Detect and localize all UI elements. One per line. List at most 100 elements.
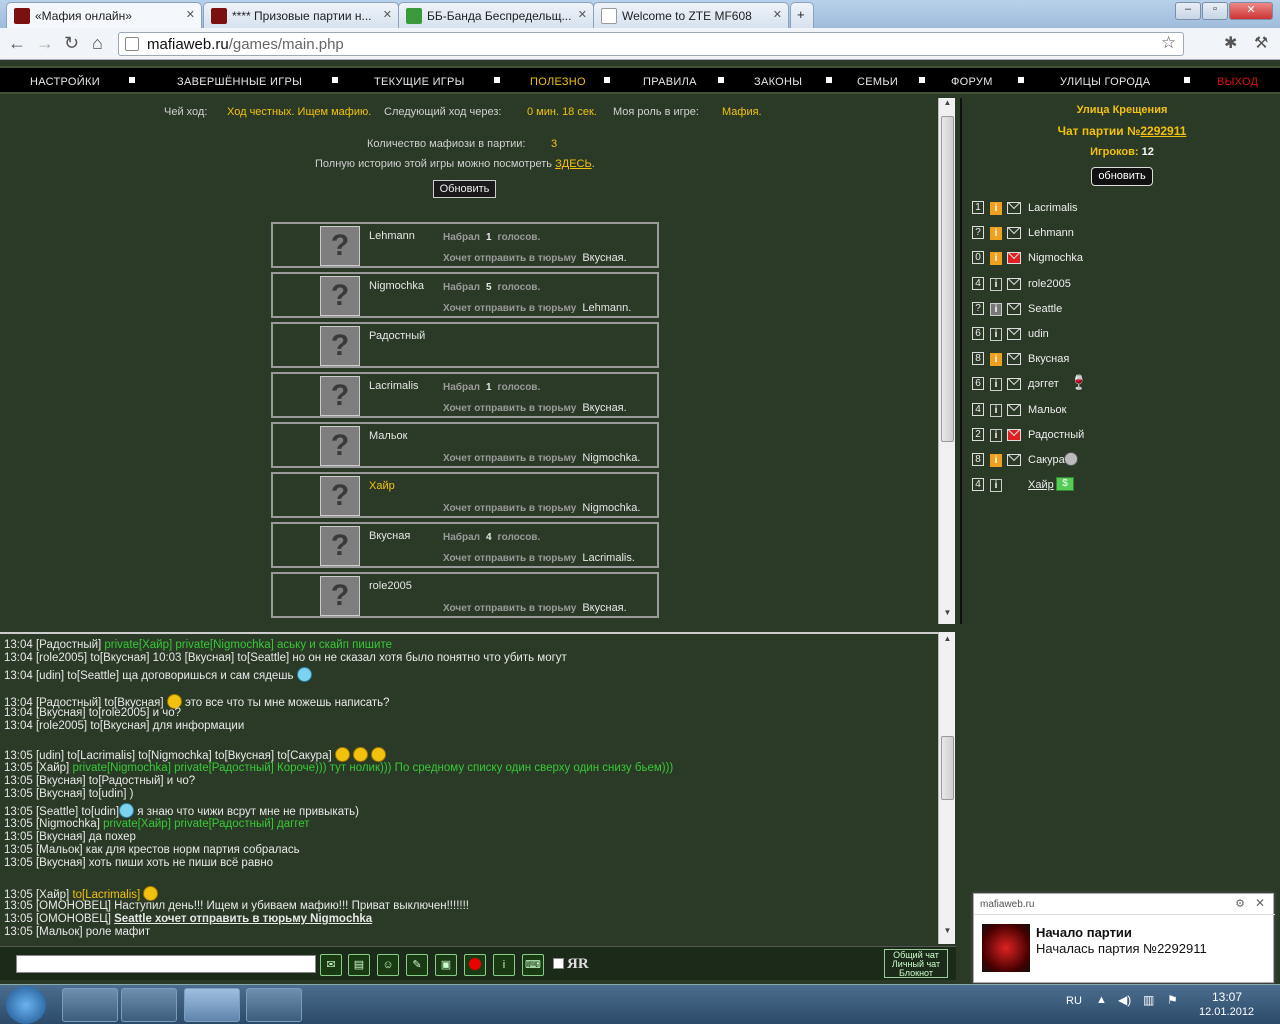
- clock-date[interactable]: 12.01.2012: [1199, 1006, 1254, 1018]
- sidebar-player-name[interactable]: role2005: [1028, 278, 1071, 290]
- player-name[interactable]: role2005: [369, 580, 412, 592]
- close-tab-icon[interactable]: ✕: [773, 8, 782, 21]
- scroll-down-icon[interactable]: ▼: [939, 926, 956, 942]
- sidebar-player-name[interactable]: Радостный: [1028, 429, 1084, 441]
- minimize-icon[interactable]: –: [1175, 2, 1201, 20]
- tab-mafia-online[interactable]: «Мафия онлайн» ✕: [6, 2, 202, 28]
- keyboard-icon[interactable]: ⌨: [522, 954, 544, 976]
- menu-useful[interactable]: ПОЛЕЗНО: [530, 76, 586, 88]
- network-icon[interactable]: ▥: [1143, 993, 1154, 1007]
- player-card[interactable]: ? role2005 Хочет отправить в тюрьму Вкусная…: [271, 572, 659, 618]
- forward-icon[interactable]: →: [36, 33, 54, 54]
- start-button-icon[interactable]: [6, 986, 46, 1024]
- refresh-sidebar-button[interactable]: обновить: [1091, 167, 1153, 186]
- player-card[interactable]: ? Мальок Хочет отправить в тюрьму Nigmochka…: [271, 422, 659, 468]
- player-card[interactable]: ? Lehmann Набрал 1 голосов. Хочет отправить в…: [271, 222, 659, 268]
- message-icon[interactable]: [1007, 403, 1021, 416]
- close-tab-icon[interactable]: ✕: [383, 8, 392, 21]
- pencil-icon[interactable]: ✎: [406, 954, 428, 976]
- notebook-link[interactable]: Блокнот: [885, 969, 947, 978]
- back-icon[interactable]: ←: [8, 33, 26, 54]
- player-card[interactable]: ? Lacrimalis Набрал 1 голосов. Хочет отправит…: [271, 372, 659, 418]
- menu-forum[interactable]: ФОРУМ: [951, 76, 993, 88]
- player-name[interactable]: Радостный: [369, 330, 425, 342]
- player-info-icon[interactable]: i: [990, 252, 1002, 266]
- player-info-icon[interactable]: i: [990, 327, 1002, 341]
- player-info-icon[interactable]: i: [990, 302, 1002, 316]
- menu-rules[interactable]: ПРАВИЛА: [643, 76, 697, 88]
- message-icon[interactable]: [1007, 252, 1021, 265]
- paint-taskbar-icon[interactable]: [246, 988, 302, 1022]
- tray-arrow-icon[interactable]: ▲: [1096, 994, 1107, 1006]
- desktop-notification[interactable]: mafiaweb.ru ⚙ ✕ Начало партии Началась п…: [973, 893, 1275, 983]
- address-bar[interactable]: mafiaweb.ru/games/main.php: [118, 32, 1184, 56]
- scroll-up-icon[interactable]: ▲: [939, 634, 956, 650]
- player-card[interactable]: ? Хайр Хочет отправить в тюрьму Nigmochka.: [271, 472, 659, 518]
- player-info-icon[interactable]: i: [990, 428, 1002, 442]
- sidebar-player-name[interactable]: дэггет: [1028, 378, 1059, 390]
- bookmark-star-icon[interactable]: ☆: [1161, 33, 1176, 53]
- menu-finished-games[interactable]: ЗАВЕРШЁННЫЕ ИГРЫ: [177, 76, 302, 88]
- send-message-icon[interactable]: ✉: [320, 954, 342, 976]
- message-icon[interactable]: [1007, 378, 1021, 391]
- player-info-icon[interactable]: i: [990, 277, 1002, 291]
- notepad-icon[interactable]: ▤: [348, 954, 370, 976]
- scroll-up-icon[interactable]: ▲: [939, 98, 956, 114]
- player-info-icon[interactable]: i: [990, 479, 1002, 493]
- message-icon[interactable]: [1007, 327, 1021, 340]
- close-tab-icon[interactable]: ✕: [578, 8, 587, 21]
- message-icon[interactable]: [1007, 428, 1021, 441]
- history-link[interactable]: ЗДЕСЬ: [555, 158, 592, 170]
- wrench-icon[interactable]: ⚒: [1254, 33, 1268, 53]
- player-name[interactable]: Lehmann: [369, 230, 415, 242]
- game-scrollbar[interactable]: ▲ ▼: [938, 98, 955, 624]
- sidebar-player-name[interactable]: Вкусная: [1028, 353, 1069, 365]
- close-window-icon[interactable]: ✕: [1229, 2, 1273, 20]
- home-icon[interactable]: ⌂: [92, 33, 103, 54]
- smiley-icon[interactable]: ☺: [377, 954, 399, 976]
- sidebar-player-name[interactable]: Lacrimalis: [1028, 202, 1078, 214]
- notification-settings-icon[interactable]: ⚙: [1235, 897, 1245, 910]
- player-name[interactable]: Мальок: [369, 430, 407, 442]
- menu-families[interactable]: СЕМЬИ: [857, 76, 898, 88]
- player-name[interactable]: Вкусная: [369, 530, 410, 542]
- menu-exit[interactable]: ВЫХОД: [1217, 76, 1258, 88]
- scroll-thumb[interactable]: [941, 116, 954, 442]
- chat-number-link[interactable]: 2292911: [1140, 124, 1186, 138]
- new-tab-button[interactable]: +: [790, 2, 814, 28]
- sidebar-player-name[interactable]: Seattle: [1028, 303, 1062, 315]
- close-tab-icon[interactable]: ✕: [186, 8, 195, 21]
- player-card[interactable]: ? Вкусная Набрал 4 голосов. Хочет отправить в…: [271, 522, 659, 568]
- player-info-icon[interactable]: i: [990, 202, 1002, 215]
- menu-settings[interactable]: НАСТРОЙКИ: [30, 76, 100, 88]
- chat-message-input[interactable]: [16, 955, 316, 973]
- player-name[interactable]: Хайр: [369, 480, 395, 492]
- record-icon[interactable]: [464, 954, 486, 976]
- tab-prize-games[interactable]: **** Призовые партии н... ✕: [203, 2, 399, 28]
- sidebar-player-name[interactable]: Мальок: [1028, 404, 1066, 416]
- lock-icon[interactable]: ▣: [435, 954, 457, 976]
- tab-zte[interactable]: Welcome to ZTE MF608 ✕: [593, 2, 789, 28]
- media-player-taskbar-icon[interactable]: [121, 988, 177, 1022]
- menu-city-streets[interactable]: УЛИЦЫ ГОРОДА: [1060, 76, 1150, 88]
- maximize-icon[interactable]: ▫: [1202, 2, 1228, 20]
- info-icon[interactable]: i: [493, 954, 515, 976]
- player-info-icon[interactable]: i: [990, 353, 1002, 367]
- chat-scrollbar[interactable]: ▲ ▼: [938, 632, 955, 944]
- notification-close-icon[interactable]: ✕: [1255, 896, 1265, 910]
- clock-time[interactable]: 13:07: [1212, 990, 1242, 1004]
- scroll-thumb[interactable]: [941, 736, 954, 800]
- message-icon[interactable]: [1007, 202, 1021, 214]
- tab-bb-banda[interactable]: ББ-Банда Беспредельщ... ✕: [398, 2, 594, 28]
- player-name[interactable]: Lacrimalis: [369, 380, 419, 392]
- reload-icon[interactable]: ↻: [64, 33, 79, 54]
- sidebar-player-name[interactable]: Nigmochka: [1028, 252, 1083, 264]
- message-icon[interactable]: [1007, 302, 1021, 315]
- player-info-icon[interactable]: i: [990, 227, 1002, 241]
- yr-checkbox[interactable]: [553, 958, 564, 969]
- menu-current-games[interactable]: ТЕКУЩИЕ ИГРЫ: [374, 76, 465, 88]
- message-icon[interactable]: [1007, 353, 1021, 366]
- chrome-taskbar-icon[interactable]: [184, 988, 240, 1022]
- menu-laws[interactable]: ЗАКОНЫ: [754, 76, 802, 88]
- explorer-taskbar-icon[interactable]: [62, 988, 118, 1022]
